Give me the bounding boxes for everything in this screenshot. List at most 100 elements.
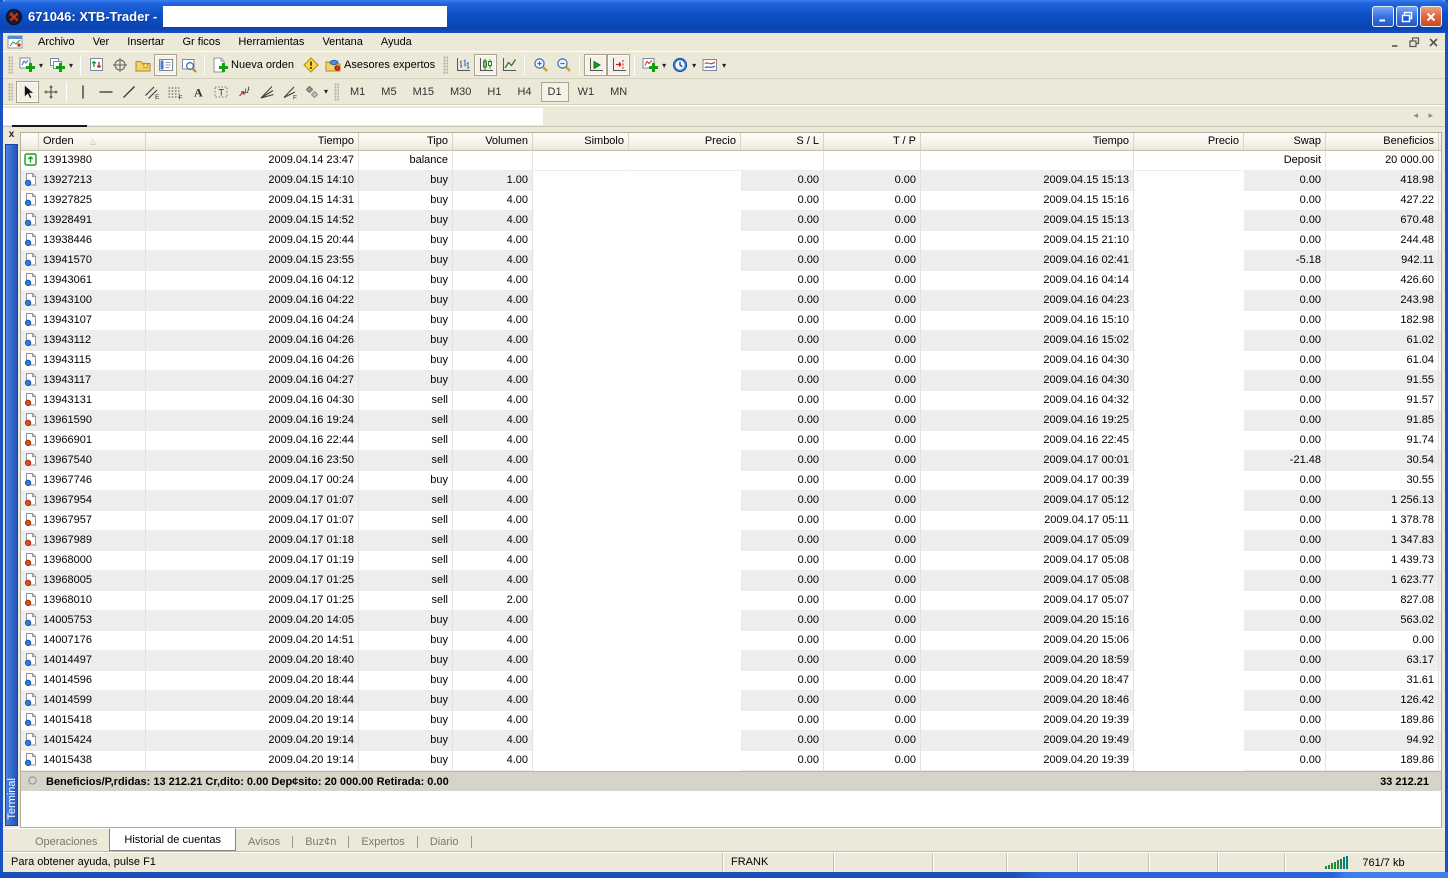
column-header-tiempo_cierre[interactable]: Tiempo <box>921 133 1134 151</box>
column-header-tp[interactable]: T / P <box>824 133 921 151</box>
data-window-button[interactable] <box>108 54 131 76</box>
trend-line-button[interactable] <box>117 81 140 103</box>
column-header-icon[interactable] <box>21 133 39 151</box>
timeframe-m30-button[interactable]: M30 <box>443 82 478 102</box>
close-button[interactable] <box>1420 6 1442 27</box>
dropdown-arrow-icon[interactable]: ▾ <box>722 61 726 70</box>
cell-tipo: sell <box>359 391 453 411</box>
text-button[interactable]: A <box>186 81 209 103</box>
indicators-button[interactable]: ▾ <box>639 54 669 76</box>
menu-gr-ficos[interactable]: Gr ficos <box>174 34 230 50</box>
auto-scroll-button[interactable] <box>584 54 607 76</box>
fibonacci-fan-button[interactable] <box>255 81 278 103</box>
column-header-precio[interactable]: Precio <box>629 133 741 151</box>
vertical-line-button[interactable] <box>71 81 94 103</box>
sell-order-icon <box>21 571 39 591</box>
new-order-button[interactable]: Nueva orden <box>209 54 299 76</box>
cell-tipo: buy <box>359 631 453 651</box>
equidistant-channel-button[interactable]: E <box>140 81 163 103</box>
child-close-button[interactable] <box>1428 37 1439 48</box>
dropdown-arrow-icon[interactable]: ▾ <box>39 61 43 70</box>
menu-ventana[interactable]: Ventana <box>313 34 371 50</box>
cell-beneficios: 94.92 <box>1326 731 1439 751</box>
column-header-orden[interactable]: Orden△ <box>39 133 146 151</box>
column-header-tipo[interactable]: Tipo <box>359 133 453 151</box>
new-chart-button[interactable]: ▾ <box>16 54 46 76</box>
cell-orden: 13961590 <box>39 411 146 431</box>
terminal-close-button[interactable]: x <box>5 129 18 142</box>
timeframe-h1-button[interactable]: H1 <box>480 82 508 102</box>
dropdown-arrow-icon[interactable]: ▾ <box>662 61 666 70</box>
fibonacci-retracement-button[interactable]: F <box>278 81 301 103</box>
menu-archivo[interactable]: Archivo <box>29 34 84 50</box>
arrows-button[interactable]: μt <box>232 81 255 103</box>
timeframe-m1-button[interactable]: M1 <box>343 82 372 102</box>
chart-shift-button[interactable] <box>607 54 630 76</box>
tab-expertos[interactable]: Expertos <box>349 832 416 851</box>
timeframe-h4-button[interactable]: H4 <box>510 82 538 102</box>
editor-button[interactable] <box>299 54 322 76</box>
market-watch-button[interactable] <box>85 54 108 76</box>
column-header-swap[interactable]: Swap <box>1244 133 1326 151</box>
child-restore-button[interactable] <box>1409 37 1420 48</box>
minimize-button[interactable] <box>1372 6 1394 27</box>
navigator-button[interactable] <box>131 54 154 76</box>
tab-buz-n[interactable]: Buz¢n <box>293 832 348 851</box>
menu-insertar[interactable]: Insertar <box>118 34 173 50</box>
chart-bars-button[interactable] <box>451 54 474 76</box>
cell-volumen: 4.00 <box>453 711 533 731</box>
crosshair-button[interactable] <box>39 81 62 103</box>
terminal-button[interactable] <box>154 54 177 76</box>
templates-button[interactable]: ▾ <box>699 54 729 76</box>
timeframe-mn-button[interactable]: MN <box>603 82 634 102</box>
timeframe-w1-button[interactable]: W1 <box>571 82 602 102</box>
column-header-precio_cierre[interactable]: Precio <box>1134 133 1244 151</box>
profiles-button[interactable]: ▾ <box>46 54 76 76</box>
column-header-tiempo[interactable]: Tiempo <box>146 133 359 151</box>
toolbar-grip[interactable] <box>8 83 13 101</box>
toolbar-grip[interactable] <box>334 83 339 101</box>
column-header-sl[interactable]: S / L <box>741 133 824 151</box>
column-header-simbolo[interactable]: Simbolo <box>533 133 629 151</box>
timeframe-d1-button[interactable]: D1 <box>541 82 569 102</box>
column-header-volumen[interactable]: Volumen <box>453 133 533 151</box>
strategy-tester-button[interactable] <box>177 54 200 76</box>
toolbar-grip[interactable] <box>8 56 13 74</box>
restore-button[interactable] <box>1396 6 1418 27</box>
dropdown-arrow-icon[interactable]: ▾ <box>692 61 696 70</box>
shapes-button[interactable]: ▾ <box>301 81 331 103</box>
tab-diario[interactable]: Diario <box>418 832 471 851</box>
cell-volumen: 4.00 <box>453 671 533 691</box>
child-minimize-button[interactable] <box>1390 37 1401 48</box>
tab-operaciones[interactable]: Operaciones <box>23 832 109 851</box>
zoom-out-button[interactable] <box>552 54 575 76</box>
cursor-button[interactable] <box>16 81 39 103</box>
history-row[interactable]: 139139802009.04.14 23:47balanceDeposit20… <box>21 151 1441 171</box>
chart-line-button[interactable] <box>497 54 520 76</box>
menu-herramientas[interactable]: Herramientas <box>229 34 313 50</box>
toolbar-grip[interactable] <box>443 56 448 74</box>
horizontal-line-button[interactable] <box>94 81 117 103</box>
fibonacci-grid-button[interactable]: F <box>163 81 186 103</box>
dropdown-arrow-icon[interactable]: ▾ <box>69 61 73 70</box>
menu-ver[interactable]: Ver <box>84 34 119 50</box>
cell-tiempo_cierre: 2009.04.17 05:11 <box>921 511 1134 531</box>
timeframe-m15-button[interactable]: M15 <box>406 82 441 102</box>
cell-sl: 0.00 <box>741 231 824 251</box>
cell-tiempo_cierre: 2009.04.17 05:12 <box>921 491 1134 511</box>
chart-window-icon <box>7 34 23 50</box>
tab-historial-de-cuentas[interactable]: Historial de cuentas <box>109 828 236 851</box>
cell-tiempo_cierre: 2009.04.20 18:59 <box>921 651 1134 671</box>
column-header-beneficios[interactable]: Beneficios <box>1326 133 1439 151</box>
expert-advisors-button[interactable]: Asesores expertos <box>322 54 440 76</box>
timeframe-m5-button[interactable]: M5 <box>374 82 403 102</box>
cell-tiempo_cierre: 2009.04.16 15:10 <box>921 311 1134 331</box>
chart-tab-scroll-arrows[interactable]: ◂ ▸ <box>1413 110 1437 121</box>
zoom-in-button[interactable] <box>529 54 552 76</box>
dropdown-arrow-icon[interactable]: ▾ <box>324 87 328 96</box>
periods-button[interactable]: ▾ <box>669 54 699 76</box>
tab-avisos[interactable]: Avisos <box>236 832 292 851</box>
menu-ayuda[interactable]: Ayuda <box>372 34 421 50</box>
text-label-button[interactable]: T <box>209 81 232 103</box>
chart-candles-button[interactable] <box>474 54 497 76</box>
